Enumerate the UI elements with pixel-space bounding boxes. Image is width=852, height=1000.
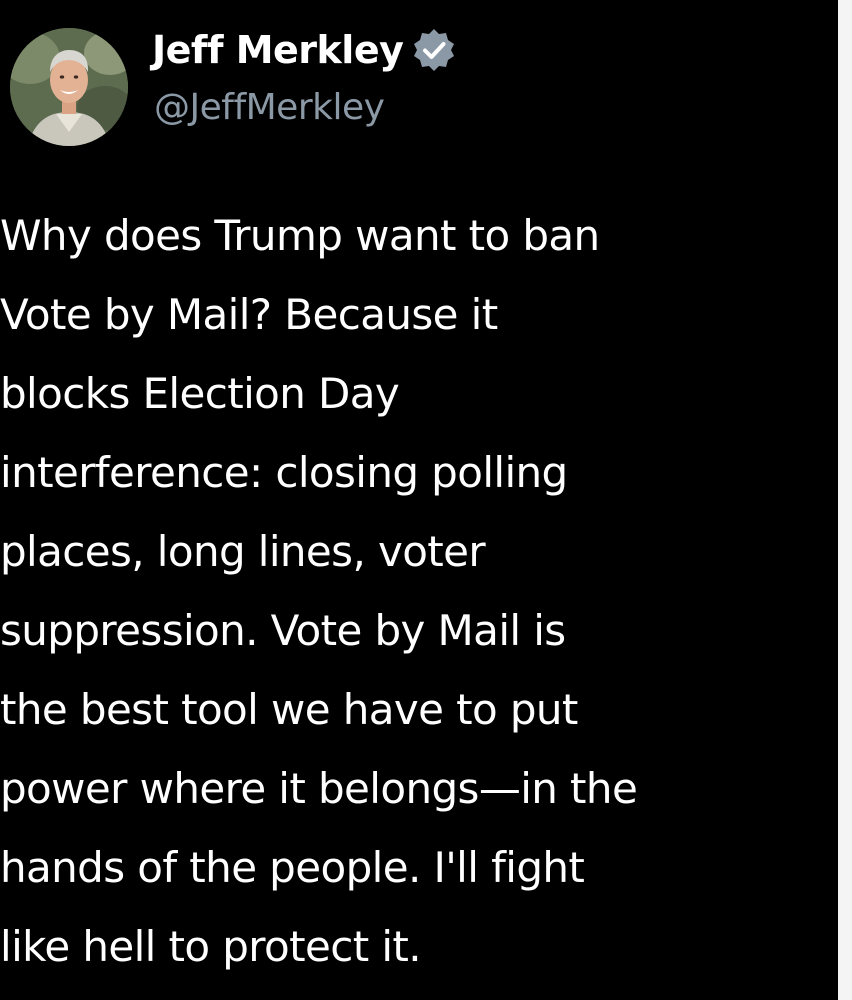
tweet-text-line: blocks Election Day	[0, 369, 400, 418]
tweet-text: Why does Trump want to ban Vote by Mail?…	[0, 196, 832, 986]
tweet-text-line: like hell to protect it.	[0, 922, 422, 971]
tweet-text-line: interference: closing polling	[0, 448, 568, 497]
tweet-text-line: the best tool we have to put	[0, 685, 578, 734]
tweet-text-line: suppression. Vote by Mail is	[0, 606, 566, 655]
tweet-text-line: Why does Trump want to ban	[0, 211, 600, 260]
screenshot-page: Jeff Merkley @JeffMerkley Why does Trump…	[0, 0, 852, 1000]
verified-badge-icon[interactable]	[411, 27, 457, 73]
tweet-card: Jeff Merkley @JeffMerkley Why does Trump…	[0, 0, 838, 1000]
tweet-text-line: places, long lines, voter	[0, 527, 486, 576]
author-name-row: Jeff Merkley	[152, 20, 457, 80]
author-display-name[interactable]: Jeff Merkley	[152, 31, 404, 69]
page-edge-strip	[838, 0, 852, 1000]
tweet-text-line: Vote by Mail? Because it	[0, 290, 498, 339]
author-handle[interactable]: @JeffMerkley	[154, 90, 385, 126]
avatar[interactable]	[10, 28, 128, 146]
avatar-photo-icon	[10, 28, 128, 146]
tweet-text-line: hands of the people. I'll fight	[0, 843, 585, 892]
tweet-text-line: power where it belongs—in the	[0, 764, 638, 813]
